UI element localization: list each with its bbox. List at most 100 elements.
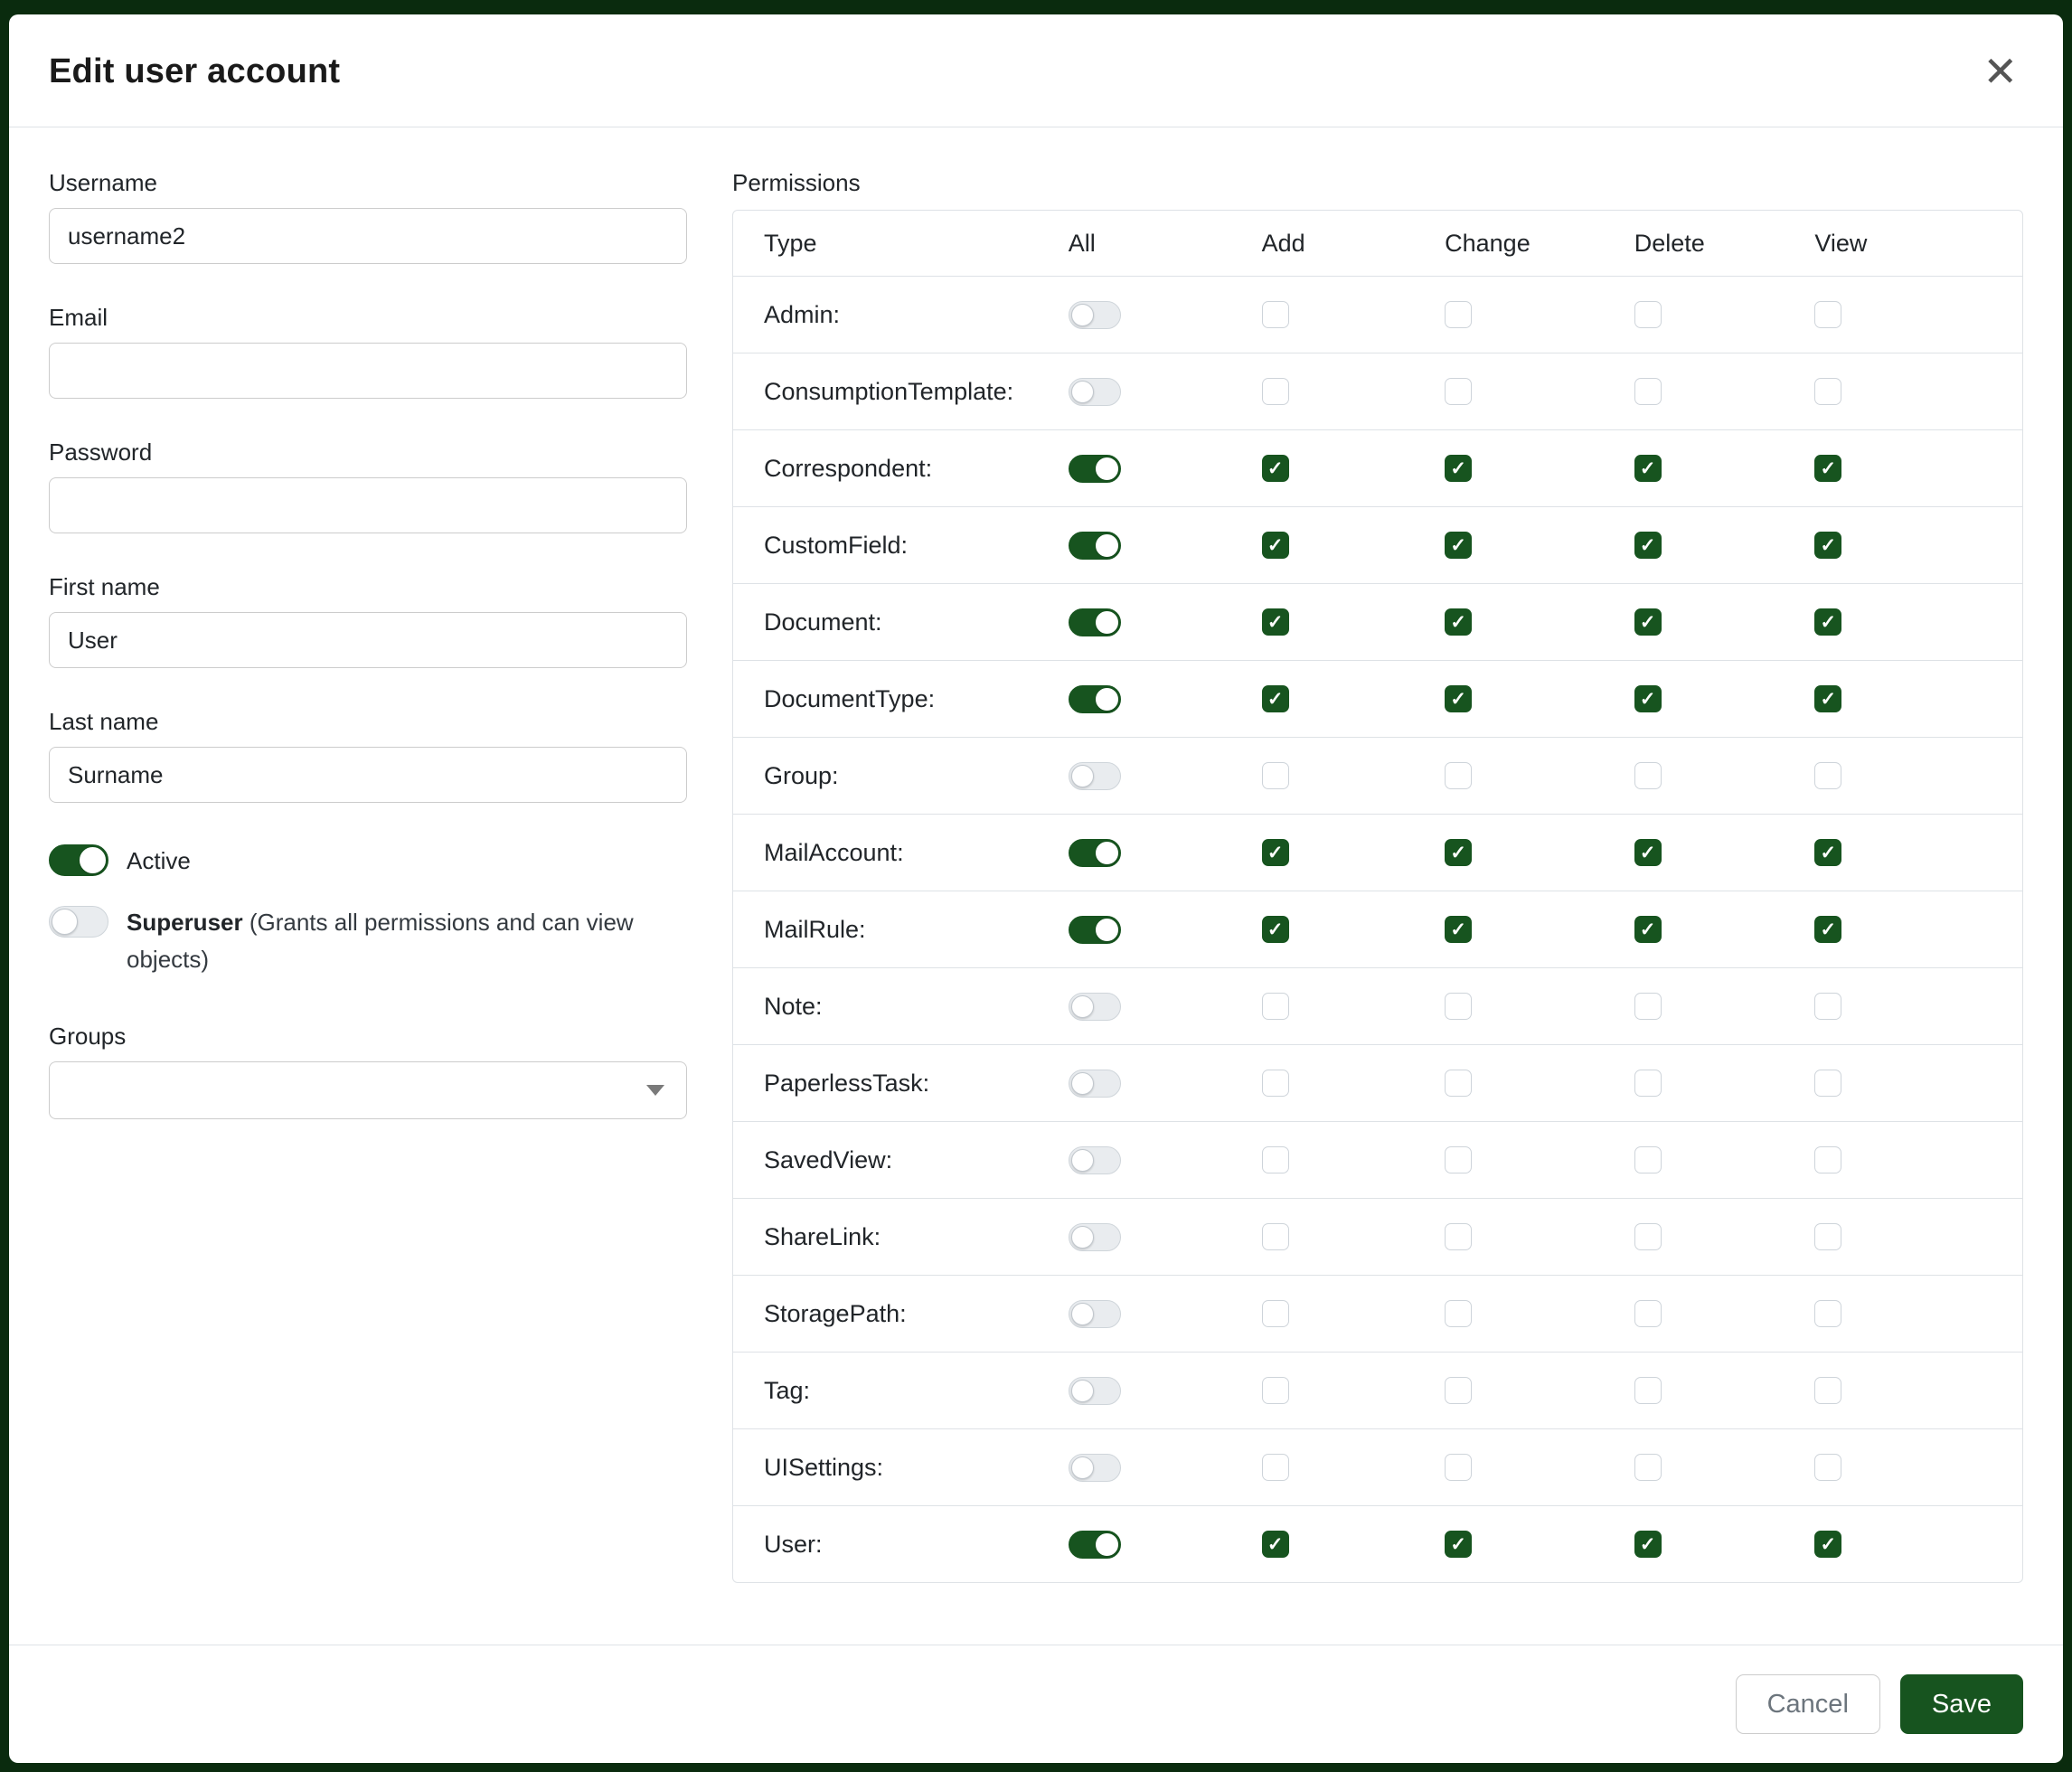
permission-change-checkbox[interactable]: ✓ [1445, 1531, 1472, 1558]
permission-add-checkbox[interactable] [1262, 301, 1289, 328]
permission-all-toggle[interactable] [1069, 839, 1121, 867]
permission-add-checkbox[interactable] [1262, 1377, 1289, 1404]
permission-view-checkbox[interactable] [1814, 1454, 1841, 1481]
permission-add-checkbox[interactable]: ✓ [1262, 455, 1289, 482]
permission-add-checkbox[interactable] [1262, 1454, 1289, 1481]
permission-change-checkbox[interactable]: ✓ [1445, 839, 1472, 866]
permission-all-toggle[interactable] [1069, 455, 1121, 483]
permission-change-checkbox[interactable]: ✓ [1445, 916, 1472, 943]
permission-all-toggle[interactable] [1069, 993, 1121, 1021]
permission-all-toggle[interactable] [1069, 1377, 1121, 1405]
permission-delete-checkbox[interactable] [1634, 1223, 1662, 1250]
permission-all-toggle[interactable] [1069, 1070, 1121, 1098]
last-name-input[interactable] [49, 747, 687, 803]
permission-view-checkbox[interactable] [1814, 993, 1841, 1020]
permission-delete-checkbox[interactable]: ✓ [1634, 608, 1662, 636]
permission-change-checkbox[interactable]: ✓ [1445, 455, 1472, 482]
permission-change-checkbox[interactable]: ✓ [1445, 685, 1472, 712]
permission-all-toggle[interactable] [1069, 608, 1121, 636]
permission-change-checkbox[interactable] [1445, 1454, 1472, 1481]
permission-view-checkbox[interactable] [1814, 378, 1841, 405]
permission-view-checkbox[interactable]: ✓ [1814, 916, 1841, 943]
permission-change-checkbox[interactable] [1445, 301, 1472, 328]
permission-delete-checkbox[interactable] [1634, 993, 1662, 1020]
username-input[interactable] [49, 208, 687, 264]
permission-add-checkbox[interactable]: ✓ [1262, 916, 1289, 943]
password-input[interactable] [49, 477, 687, 533]
permission-view-checkbox[interactable] [1814, 1300, 1841, 1327]
permission-delete-checkbox[interactable]: ✓ [1634, 532, 1662, 559]
permission-delete-checkbox[interactable]: ✓ [1634, 1531, 1662, 1558]
permission-view-checkbox[interactable]: ✓ [1814, 532, 1841, 559]
permission-add-checkbox[interactable]: ✓ [1262, 839, 1289, 866]
permission-delete-checkbox[interactable] [1634, 1300, 1662, 1327]
permission-all-toggle[interactable] [1069, 301, 1121, 329]
permissions-section: Permissions Type All Add Change Delete V… [732, 169, 2023, 1645]
last-name-field-group: Last name [49, 708, 687, 803]
permission-all-toggle[interactable] [1069, 1146, 1121, 1174]
save-button[interactable]: Save [1900, 1674, 2023, 1734]
permission-delete-checkbox[interactable]: ✓ [1634, 685, 1662, 712]
permission-delete-checkbox[interactable] [1634, 1070, 1662, 1097]
permission-all-toggle[interactable] [1069, 685, 1121, 713]
permission-change-checkbox[interactable] [1445, 1146, 1472, 1173]
cancel-button[interactable]: Cancel [1736, 1674, 1880, 1734]
permission-view-checkbox[interactable] [1814, 1070, 1841, 1097]
permission-change-checkbox[interactable] [1445, 1300, 1472, 1327]
permission-view-checkbox[interactable]: ✓ [1814, 685, 1841, 712]
permission-add-checkbox[interactable] [1262, 1070, 1289, 1097]
toggle-knob [1071, 1072, 1094, 1095]
permission-delete-checkbox[interactable] [1634, 1454, 1662, 1481]
permission-delete-checkbox[interactable]: ✓ [1634, 916, 1662, 943]
permission-all-toggle[interactable] [1069, 378, 1121, 406]
email-input[interactable] [49, 343, 687, 399]
permission-change-checkbox[interactable]: ✓ [1445, 608, 1472, 636]
permission-change-checkbox[interactable]: ✓ [1445, 532, 1472, 559]
permission-delete-checkbox[interactable]: ✓ [1634, 839, 1662, 866]
permission-add-checkbox[interactable]: ✓ [1262, 685, 1289, 712]
close-icon[interactable]: ✕ [1977, 51, 2023, 92]
permission-view-checkbox[interactable]: ✓ [1814, 608, 1841, 636]
permission-delete-checkbox[interactable] [1634, 1146, 1662, 1173]
permission-view-checkbox[interactable]: ✓ [1814, 455, 1841, 482]
permission-view-checkbox[interactable] [1814, 1146, 1841, 1173]
permission-add-checkbox[interactable] [1262, 1300, 1289, 1327]
first-name-input[interactable] [49, 612, 687, 668]
permission-delete-checkbox[interactable] [1634, 1377, 1662, 1404]
permission-add-checkbox[interactable] [1262, 1146, 1289, 1173]
active-toggle[interactable] [49, 844, 108, 876]
permission-all-toggle[interactable] [1069, 762, 1121, 790]
permission-all-toggle[interactable] [1069, 1223, 1121, 1251]
permission-all-toggle[interactable] [1069, 916, 1121, 944]
permission-add-checkbox[interactable]: ✓ [1262, 532, 1289, 559]
permission-view-checkbox[interactable] [1814, 762, 1841, 789]
permission-view-checkbox[interactable] [1814, 301, 1841, 328]
permission-change-checkbox[interactable] [1445, 762, 1472, 789]
permission-delete-checkbox[interactable]: ✓ [1634, 455, 1662, 482]
permission-add-checkbox[interactable] [1262, 762, 1289, 789]
permission-view-checkbox[interactable] [1814, 1223, 1841, 1250]
permission-view-checkbox[interactable]: ✓ [1814, 1531, 1841, 1558]
permission-all-toggle[interactable] [1069, 532, 1121, 560]
permission-view-checkbox[interactable] [1814, 1377, 1841, 1404]
permission-add-checkbox[interactable] [1262, 1223, 1289, 1250]
permission-change-checkbox[interactable] [1445, 1377, 1472, 1404]
permission-add-checkbox[interactable] [1262, 378, 1289, 405]
permission-change-checkbox[interactable] [1445, 1070, 1472, 1097]
permission-all-toggle[interactable] [1069, 1531, 1121, 1559]
permission-delete-checkbox[interactable] [1634, 301, 1662, 328]
permission-view-checkbox[interactable]: ✓ [1814, 839, 1841, 866]
permission-all-toggle[interactable] [1069, 1454, 1121, 1482]
permission-add-checkbox[interactable] [1262, 993, 1289, 1020]
permission-row: Group: [733, 737, 2022, 814]
permission-delete-checkbox[interactable] [1634, 378, 1662, 405]
permission-change-checkbox[interactable] [1445, 378, 1472, 405]
permission-delete-checkbox[interactable] [1634, 762, 1662, 789]
permission-add-checkbox[interactable]: ✓ [1262, 608, 1289, 636]
permission-change-checkbox[interactable] [1445, 1223, 1472, 1250]
permission-all-toggle[interactable] [1069, 1300, 1121, 1328]
permission-add-checkbox[interactable]: ✓ [1262, 1531, 1289, 1558]
permission-change-checkbox[interactable] [1445, 993, 1472, 1020]
groups-select[interactable] [49, 1061, 687, 1119]
superuser-toggle[interactable] [49, 906, 108, 938]
